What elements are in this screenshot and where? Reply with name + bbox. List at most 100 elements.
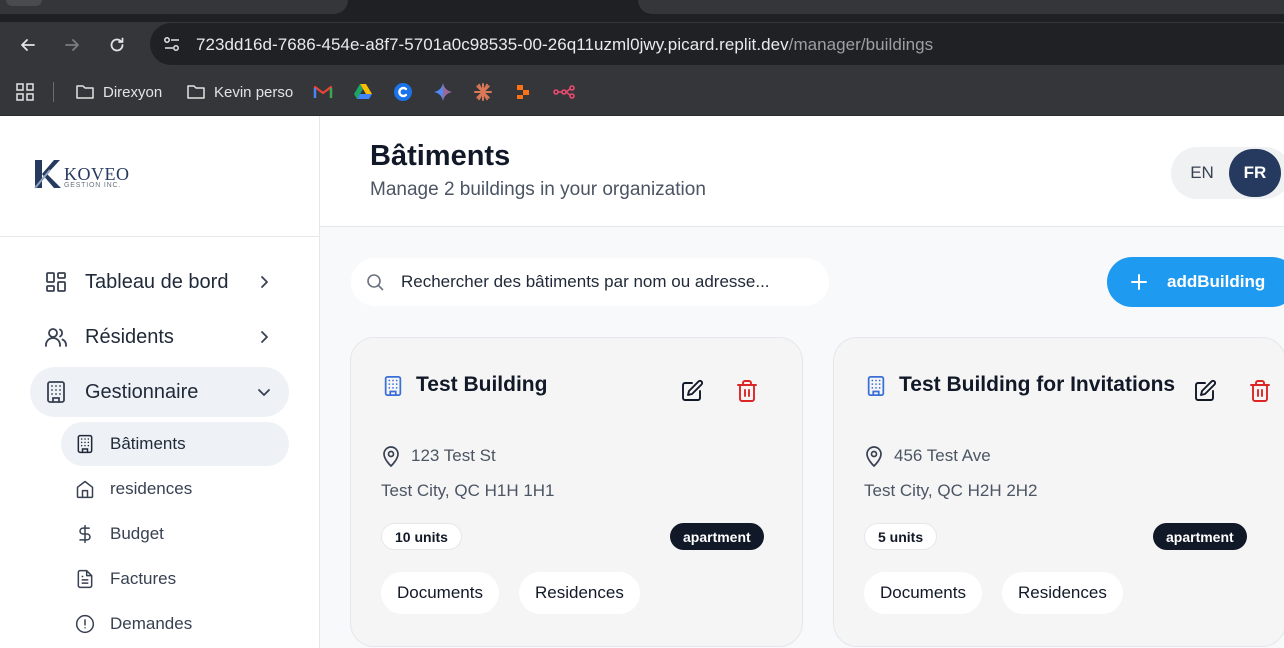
logo-area: KOVEO GESTION INC. <box>0 116 319 237</box>
google-drive-icon <box>354 84 372 99</box>
url-host: 723dd16d-7686-454e-a8f7-5701a0c98535-00-… <box>196 35 789 54</box>
chevron-right-icon <box>261 276 268 288</box>
residences-button[interactable]: Residences <box>1002 572 1123 614</box>
trash-icon[interactable] <box>735 379 759 403</box>
sidebar-subitem-budget[interactable]: Budget <box>61 512 289 556</box>
building-card[interactable]: Test Building 123 Test St Test City, QC … <box>350 337 803 647</box>
koveo-k-logo-icon <box>34 160 61 189</box>
sidebar-subitem-label: Demandes <box>110 614 193 633</box>
building-city: Test City, QC H2H 2H2 <box>864 481 1038 500</box>
bookmark-label: Kevin perso <box>214 83 294 101</box>
map-pin-icon <box>383 446 399 467</box>
sidebar-item-label: Gestionnaire <box>85 381 199 403</box>
bookmark-gemini[interactable] <box>433 80 453 104</box>
units-badge: 10 units <box>381 523 462 550</box>
chevron-right-icon <box>261 331 268 343</box>
back-button[interactable] <box>14 31 42 59</box>
logo-wordmark: KOVEO <box>64 164 130 184</box>
documents-button[interactable]: Documents <box>381 572 499 614</box>
tab-favicon <box>6 0 42 6</box>
building-address: 123 Test St <box>411 446 496 465</box>
edit-icon[interactable] <box>1193 379 1217 403</box>
sidebar-subitem-label: Budget <box>110 524 164 543</box>
sidebar-subitem-requests[interactable]: Demandes <box>61 602 289 646</box>
type-badge: apartment <box>670 523 764 550</box>
page-subtitle: Manage 2 buildings in your organization <box>370 179 706 200</box>
bookmark-drive[interactable] <box>353 80 373 104</box>
apps-button[interactable] <box>15 80 35 104</box>
koveo-logo[interactable]: KOVEO GESTION INC. <box>32 156 130 192</box>
bookmark-separator <box>53 82 54 102</box>
home-icon <box>76 480 94 499</box>
bookmark-label: Direxyon <box>103 83 163 101</box>
page-title: Bâtiments <box>370 140 511 172</box>
dollar-icon <box>79 524 91 544</box>
search-box <box>351 258 829 306</box>
bookmark-c[interactable] <box>393 80 413 104</box>
users-icon <box>45 328 67 347</box>
sidebar-item-label: Tableau de bord <box>85 271 229 293</box>
gmail-icon <box>313 85 333 98</box>
bookmark-folder[interactable]: Kevin perso <box>186 80 293 104</box>
sidebar-subitem-buildings[interactable]: Bâtiments <box>61 422 289 466</box>
residences-button[interactable]: Residences <box>519 572 640 614</box>
add-building-button[interactable]: addBuilding <box>1107 257 1284 307</box>
documents-button[interactable]: Documents <box>864 572 982 614</box>
bookmark-claude[interactable] <box>473 80 493 104</box>
arrow-left-icon <box>21 39 35 51</box>
forward-button[interactable] <box>58 31 86 59</box>
lang-fr-button[interactable]: FR <box>1229 149 1281 197</box>
building-address: 456 Test Ave <box>894 446 991 465</box>
url-text: 723dd16d-7686-454e-a8f7-5701a0c98535-00-… <box>196 35 933 55</box>
site-info-icon[interactable] <box>160 33 184 55</box>
gemini-icon <box>434 83 452 101</box>
bookmark-folder[interactable]: Direxyon <box>75 80 162 104</box>
sidebar-subitem-label: Bâtiments <box>110 434 186 453</box>
reload-button[interactable] <box>103 31 131 59</box>
search-input[interactable] <box>401 266 811 298</box>
units-badge: 5 units <box>864 523 938 550</box>
folder-icon <box>76 85 94 99</box>
lang-en-button[interactable]: EN <box>1176 152 1228 194</box>
sidebar-item-label: Résidents <box>85 326 174 348</box>
chevron-down-icon <box>258 389 270 396</box>
arrow-right-icon <box>65 39 79 51</box>
apps-grid-icon <box>16 83 34 101</box>
sidebar-subitem-label: residences <box>110 479 193 498</box>
building-name: Test Building <box>416 373 548 396</box>
url-path: /manager/buildings <box>788 35 934 54</box>
page-header: Bâtiments Manage 2 buildings in your org… <box>320 116 1284 227</box>
browser-tab[interactable] <box>0 0 348 14</box>
type-badge: apartment <box>1153 523 1247 550</box>
sidebar-item-dashboard[interactable]: Tableau de bord <box>30 257 289 307</box>
edit-icon[interactable] <box>680 379 704 403</box>
sidebar-subitem-invoices[interactable]: Factures <box>61 557 289 601</box>
stacked-blocks-icon <box>517 85 529 99</box>
bookmark-make[interactable] <box>513 80 533 104</box>
file-icon <box>77 569 93 589</box>
dashboard-icon <box>46 272 66 292</box>
browser-toolbar: 723dd16d-7686-454e-a8f7-5701a0c98535-00-… <box>0 22 1284 68</box>
alert-icon <box>75 614 95 634</box>
building-icon <box>384 375 402 397</box>
sidebar-item-manager[interactable]: Gestionnaire <box>30 367 289 417</box>
c-app-icon <box>394 83 412 101</box>
building-icon <box>867 375 885 397</box>
main-content: Bâtiments Manage 2 buildings in your org… <box>320 116 1284 648</box>
bookmark-n8n[interactable] <box>553 80 575 104</box>
claude-icon <box>474 83 492 101</box>
sidebar-subitem-residences[interactable]: residences <box>61 467 289 511</box>
add-building-label: addBuilding <box>1167 272 1266 291</box>
sidebar-subitem-label: Factures <box>110 569 177 588</box>
logo-subtitle: GESTION INC. <box>64 182 122 189</box>
address-bar[interactable]: 723dd16d-7686-454e-a8f7-5701a0c98535-00-… <box>150 23 1284 65</box>
reload-icon <box>110 37 124 52</box>
building-card[interactable]: Test Building for Invitations 456 Test A… <box>833 337 1284 647</box>
sidebar: KOVEO GESTION INC. Tableau de bord Résid… <box>0 116 320 648</box>
sidebar-item-residents[interactable]: Résidents <box>30 312 289 362</box>
trash-icon[interactable] <box>1248 379 1272 403</box>
building-name: Test Building for Invitations <box>899 373 1176 396</box>
building-city: Test City, QC H1H 1H1 <box>381 481 555 500</box>
browser-tab[interactable] <box>638 0 1284 14</box>
bookmark-gmail[interactable] <box>313 80 333 104</box>
